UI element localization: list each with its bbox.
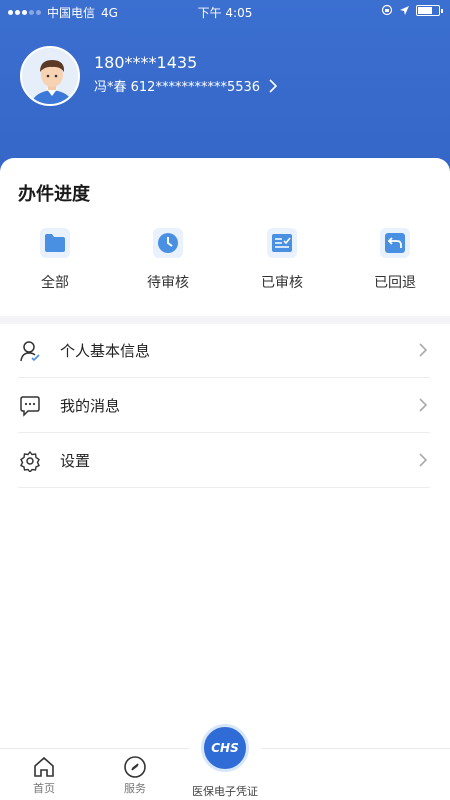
status-bar: 中国电信 4G 下午 4:05 [0, 0, 450, 24]
tab-service[interactable]: 服务 [100, 754, 170, 796]
section-title: 办件进度 [18, 184, 90, 205]
menu-item-label: 我的消息 [60, 397, 121, 415]
avatar[interactable] [20, 46, 80, 106]
battery-icon [416, 4, 443, 16]
user-info-icon [18, 339, 42, 363]
menu-item-settings[interactable]: 设置 [18, 434, 430, 488]
progress-pending[interactable]: 待审核 [123, 228, 213, 292]
menu-item-label: 设置 [60, 452, 91, 470]
compass-icon [100, 754, 170, 780]
checklist-icon [267, 228, 297, 258]
home-icon [9, 754, 79, 780]
menu-item-messages[interactable]: 我的消息 [18, 379, 430, 433]
chevron-right-icon [419, 343, 428, 357]
progress-returned[interactable]: 已回退 [350, 228, 440, 292]
message-icon [18, 394, 42, 418]
profile-details-link[interactable]: 冯*春 612***********5536 [94, 76, 278, 95]
chevron-right-icon [419, 398, 428, 412]
tab-medical-insurance-code[interactable]: CHS [201, 724, 249, 772]
rotation-lock-icon [381, 4, 393, 16]
tab-service-label: 服务 [124, 782, 146, 795]
gear-icon [18, 449, 42, 473]
tab-home[interactable]: 首页 [9, 754, 79, 796]
name-id: 冯*春 612***********5536 [94, 80, 261, 95]
progress-pending-label: 待审核 [147, 275, 189, 291]
progress-approved-label: 已审核 [261, 275, 303, 291]
location-icon [400, 5, 409, 15]
tab-medical-insurance-label: 医保电子凭证 [192, 785, 258, 798]
progress-all[interactable]: 全部 [10, 228, 100, 292]
menu-item-personal-info[interactable]: 个人基本信息 [18, 324, 430, 378]
phone-number: 180****1435 [94, 53, 198, 72]
chevron-right-icon [419, 453, 428, 467]
menu-item-label: 个人基本信息 [60, 342, 151, 360]
tab-home-label: 首页 [33, 782, 55, 795]
section-divider [0, 316, 450, 324]
progress-approved[interactable]: 已审核 [237, 228, 327, 292]
progress-returned-label: 已回退 [374, 275, 416, 291]
progress-all-label: 全部 [41, 275, 69, 291]
clock-icon [153, 228, 183, 258]
return-icon [380, 228, 410, 258]
chevron-right-icon [269, 78, 278, 93]
chs-logo-icon: CHS [211, 741, 239, 755]
folder-icon [40, 228, 70, 258]
